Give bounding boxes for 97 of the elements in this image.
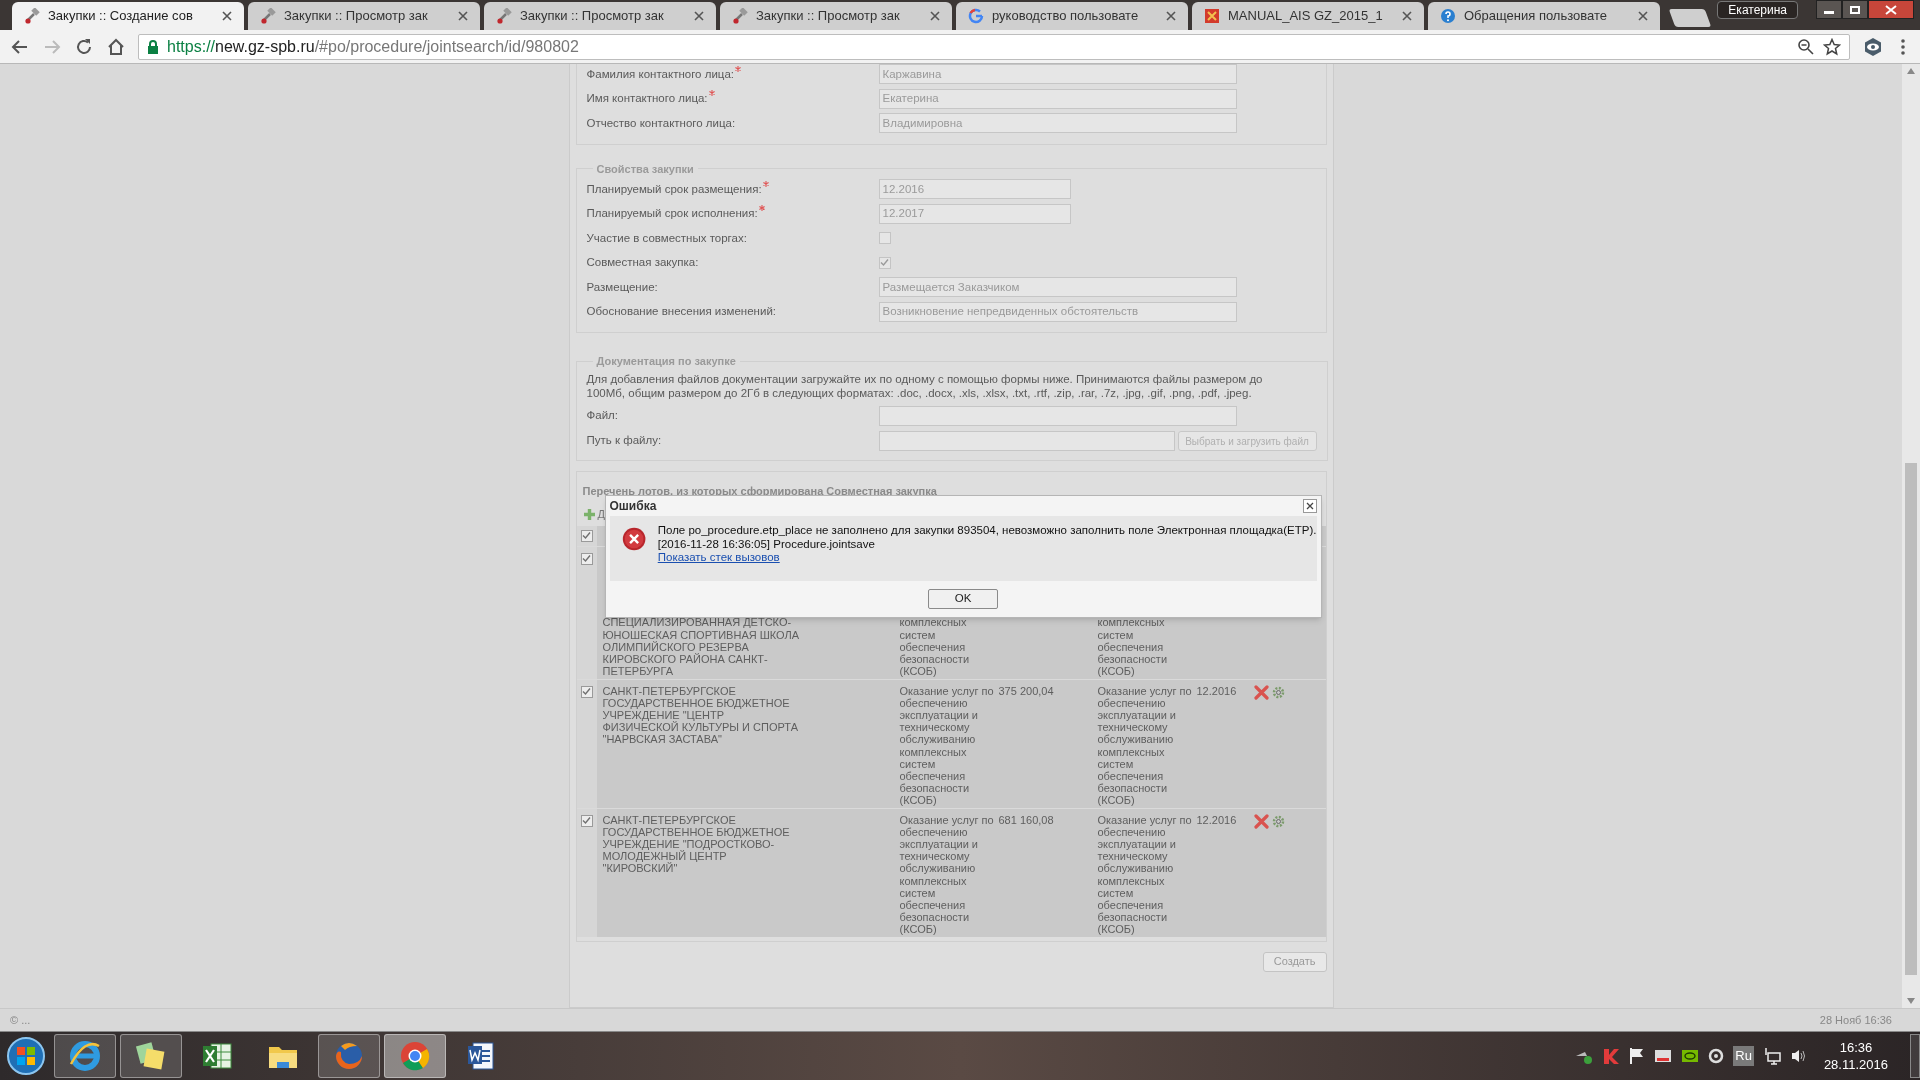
- table-cell-text: 12.2016: [1196, 684, 1238, 699]
- field-label: Путь к файлу:: [586, 433, 663, 449]
- path-field[interactable]: [878, 431, 1175, 451]
- lock-icon: [147, 39, 159, 54]
- table-cell-text: САНКТ-ПЕТЕРБУРГСКОЕ ГОСУДАРСТВЕННОЕ БЮДЖЕТНОЕ УЧРЕЖДЕНИЕ "ЦЕНТР ФИЗИЧЕСКОЙ КУЛЬТУРЫ И СПОРТА "НАРВСКАЯ ЗАСТАВА": [602, 684, 799, 748]
- show-desktop-button[interactable]: [1910, 1034, 1920, 1078]
- reload-icon[interactable]: [74, 36, 94, 57]
- close-button[interactable]: [1302, 499, 1317, 513]
- graphics-eye-icon[interactable]: [1681, 1049, 1700, 1063]
- new-tab-button[interactable]: [1668, 9, 1712, 27]
- gavel-icon: [260, 8, 276, 24]
- circular-icon[interactable]: [1708, 1048, 1725, 1064]
- field-label: Планируемый срок исполнения:: [586, 206, 758, 222]
- language-indicator[interactable]: Ru: [1733, 1046, 1754, 1066]
- table-cell-text: 12.2016: [1196, 813, 1238, 828]
- crest-icon: [1204, 8, 1220, 24]
- lots-title: Перечень лотов, из которых сформирована Совместная закупка: [582, 484, 937, 497]
- close-icon[interactable]: [1402, 11, 1412, 21]
- field-label: Отчество контактного лица:: [586, 115, 736, 131]
- browser-tab[interactable]: Закупки :: Просмотр зак: [720, 2, 952, 30]
- table-cell-text: 375 200,04: [998, 684, 1055, 699]
- gavel-icon: [496, 8, 512, 24]
- error-detail: [2016-11-28 16:36:05] Procedure.jointsave: [657, 537, 876, 551]
- field-label: Имя контактного лица:: [586, 91, 708, 107]
- field-label: Размещение:: [586, 279, 658, 295]
- upload-instructions: Для добавления файлов документации загружайте их по одному с помощью формы ниже. Принимаются файлы размером до 100Мб, общим размером до 2Гб в следующих форматах: .doc, .docx, .xls, .xlsx, .txt, .rtf, .zip, .rar, .7z, .jpg, .gif, .png, .pdf, .jpeg.: [586, 371, 1264, 400]
- checkbox[interactable]: [580, 529, 593, 542]
- scroll-down-icon[interactable]: [1907, 998, 1915, 1004]
- close-icon[interactable]: [458, 11, 468, 21]
- status-text: © ...: [10, 1012, 31, 1028]
- field-label: Файл:: [586, 408, 619, 424]
- profile-button[interactable]: Екатерина: [1717, 1, 1798, 19]
- scroll-up-icon[interactable]: [1907, 68, 1915, 74]
- close-button[interactable]: [1868, 0, 1914, 19]
- status-datetime: 28 Нояб 16:36: [1819, 1012, 1892, 1028]
- checkbox[interactable]: [878, 256, 891, 269]
- table-cell-text: 681 160,08: [998, 813, 1055, 828]
- file-field[interactable]: [878, 406, 1237, 426]
- start-button[interactable]: [4, 1034, 48, 1078]
- field-label: Фамилия контактного лица:: [586, 66, 734, 82]
- table-cell-text: Оказание услуг по обеспечению эксплуатации и техническому обслуживанию комплексных систем обеспечения безопасности (КСОБ): [899, 813, 995, 937]
- table-cell-text: САНКТ-ПЕТЕРБУРГСКОЕ ГОСУДАРСТВЕННОЕ БЮДЖЕТНОЕ УЧРЕЖДЕНИЕ "ПОДРОСТКОВО-МОЛОДЕЖНЫЙ ЦЕНТР "КИРОВСКИЙ": [602, 813, 791, 877]
- table-cell-text: комплексных систем обеспечения безопасности (КСОБ): [899, 616, 971, 678]
- scrollbar[interactable]: [1902, 64, 1920, 1008]
- section-legend: Свойства закупки: [592, 160, 698, 177]
- zoom-out-icon[interactable]: [1797, 37, 1815, 56]
- taskbar-app[interactable]: [54, 1034, 116, 1078]
- extension-eye-icon[interactable]: [1862, 35, 1884, 58]
- ok-button[interactable]: OK: [928, 589, 998, 609]
- checkbox[interactable]: [878, 232, 891, 245]
- close-icon[interactable]: [222, 11, 232, 21]
- add-button[interactable]: Д: [582, 506, 605, 523]
- gavel-icon: [732, 8, 748, 24]
- field-label: Обоснование внесения изменений:: [586, 304, 776, 320]
- browser-tab[interactable]: руководство пользовате: [956, 2, 1188, 30]
- network-icon[interactable]: [1762, 1047, 1781, 1065]
- maximize-button[interactable]: [1842, 0, 1868, 19]
- bookmark-star-icon[interactable]: [1823, 37, 1841, 56]
- table-cell-text: Оказание услуг по обеспечению эксплуатации и техническому обслуживанию комплексных систем обеспечения безопасности (КСОБ): [1097, 684, 1193, 808]
- checkbox[interactable]: [580, 814, 593, 827]
- table-cell-text: СПЕЦИАЛИЗИРОВАННАЯ ДЕТСКО-ЮНОШЕСКАЯ СПОРТИВНАЯ ШКОЛА ОЛИМПИЙСКОГО РЕЗЕРВА КИРОВСКОГО РАЙОНА САНКТ-ПЕТЕРБУРГА: [602, 616, 801, 678]
- browser-e-icon: [67, 1038, 103, 1074]
- section-legend: Документация по закупке: [592, 353, 740, 370]
- browser-tab[interactable]: Обращения пользовате: [1428, 2, 1660, 30]
- checkbox[interactable]: [580, 552, 593, 565]
- browser-tab[interactable]: MANUAL_AIS GZ_2015_1: [1192, 2, 1424, 30]
- taskbar-app[interactable]: [120, 1034, 182, 1078]
- close-icon[interactable]: [694, 11, 704, 21]
- plus-icon: [582, 508, 596, 521]
- field-label: Участие в совместных торгах:: [586, 230, 747, 246]
- close-icon: [1885, 4, 1897, 15]
- speaker-icon[interactable]: [1789, 1048, 1808, 1064]
- close-icon[interactable]: [1638, 11, 1648, 21]
- error-message: Поле po_procedure.etp_place не заполнено для закупки 893504, невозможно заполнить поле Электронная площадка(ETP).: [657, 524, 1317, 538]
- card-reader-icon[interactable]: [1654, 1048, 1673, 1064]
- dialog-title: Ошибка: [609, 498, 657, 515]
- table-cell-text: Оказание услуг по обеспечению эксплуатации и техническому обслуживанию комплексных систем обеспечения безопасности (КСОБ): [899, 684, 995, 808]
- antivirus-icon[interactable]: [1602, 1047, 1621, 1065]
- google-icon: [968, 8, 984, 24]
- browser-tab[interactable]: Закупки :: Просмотр зак: [484, 2, 716, 30]
- table-cell-text: комплексных систем обеспечения безопасности (КСОБ): [1097, 616, 1169, 678]
- checkbox[interactable]: [580, 685, 593, 698]
- help-icon: [1440, 8, 1456, 24]
- clock[interactable]: 16:36 28.11.2016: [1823, 1039, 1888, 1073]
- home-icon[interactable]: [106, 36, 126, 57]
- stack-trace-link[interactable]: Показать стек вызовов: [657, 551, 1317, 565]
- close-icon[interactable]: [1166, 11, 1176, 21]
- address-bar[interactable]: https://new.gz-spb.ru/#po/procedure/jointsearch/id/980802: [138, 33, 1850, 60]
- gavel-icon: [24, 8, 40, 24]
- browser-tab[interactable]: Закупки :: Создание сов: [12, 2, 244, 30]
- flag-icon[interactable]: [1629, 1047, 1646, 1065]
- close-icon[interactable]: [930, 11, 940, 21]
- minimize-button[interactable]: [1816, 0, 1842, 19]
- table-cell-text: Оказание услуг по обеспечению эксплуатации и техническому обслуживанию комплексных систем обеспечения безопасности (КСОБ): [1097, 813, 1193, 937]
- browser-tab[interactable]: Закупки :: Просмотр зак: [248, 2, 480, 30]
- field-label: Планируемый срок размещения:: [586, 181, 762, 197]
- field-label: Совместная закупка:: [586, 255, 699, 271]
